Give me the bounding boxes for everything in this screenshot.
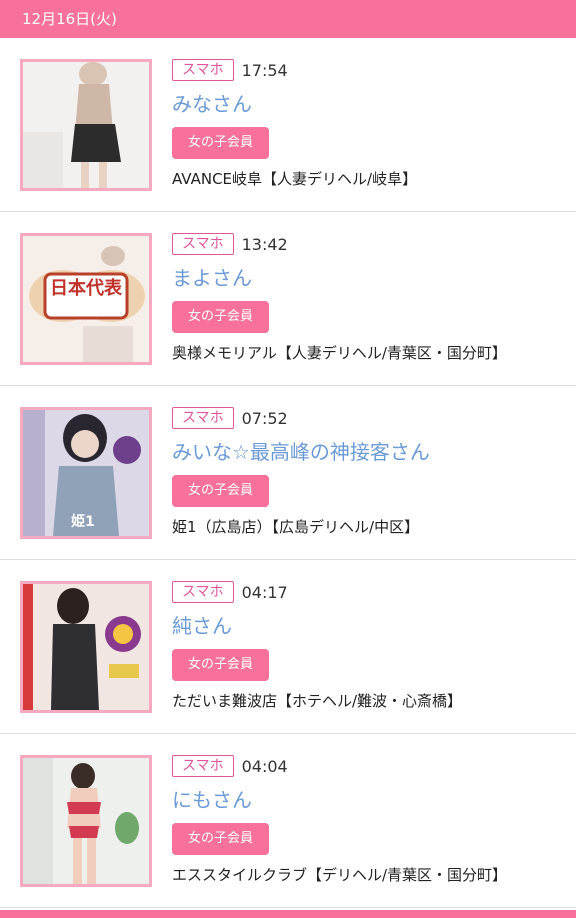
profile-photo[interactable] [20, 755, 152, 887]
profile-photo[interactable]: 姫1 [20, 407, 152, 539]
girl-name-link[interactable]: まよさん [172, 264, 566, 292]
member-badge: 女の子会員 [172, 649, 270, 681]
profile-photo[interactable] [20, 581, 152, 713]
list-item[interactable]: スマホ 04:04 にもさん 女の子会員 エススタイルクラブ【デリヘル/青葉区・… [0, 734, 576, 908]
photo-placeholder-icon: 姫1 [23, 410, 149, 536]
post-time: 04:17 [241, 582, 288, 602]
shop-name: AVANCE岐阜【人妻デリヘル/岐阜】 [172, 170, 418, 188]
member-badge: 女の子会員 [172, 301, 270, 333]
member-badge: 女の子会員 [172, 475, 270, 507]
profile-photo[interactable] [20, 59, 152, 191]
shop-name: 姫1（広島店）【広島デリヘル/中区】 [172, 518, 420, 536]
shop-name: エススタイルクラブ【デリヘル/青葉区・国分町】 [172, 866, 508, 884]
date-header: 12月16日(火) [0, 0, 576, 38]
photo-placeholder-icon [23, 758, 149, 884]
device-tag: スマホ [172, 755, 234, 777]
diary-list: スマホ 17:54 みなさん 女の子会員 AVANCE岐阜【人妻デリヘル/岐阜】… [0, 38, 576, 908]
post-time: 04:04 [241, 756, 288, 776]
shop-name: 奥様メモリアル【人妻デリヘル/青葉区・国分町】 [172, 344, 507, 362]
list-item[interactable]: 姫1 スマホ 07:52 みいな☆最高峰の神接客さん 女の子会員 姫1（広島店）… [0, 386, 576, 560]
device-tag: スマホ [172, 59, 234, 81]
photo-placeholder-icon [23, 584, 149, 710]
girl-name-link[interactable]: にもさん [172, 786, 566, 814]
list-item[interactable]: スマホ 04:17 純さん 女の子会員 ただいま難波店【ホテヘル/難波・心斎橋】 [0, 560, 576, 734]
member-badge: 女の子会員 [172, 127, 270, 159]
member-badge: 女の子会員 [172, 823, 270, 855]
post-time: 13:42 [241, 234, 288, 254]
list-item[interactable]: 日本代表 スマホ 13:42 まよさん 女の子会員 奥様メモリアル【人妻デリヘル… [0, 212, 576, 386]
girl-name-link[interactable]: みなさん [172, 90, 566, 118]
photo-placeholder-icon: 日本代表 [23, 236, 149, 362]
date-label: 12月16日(火) [22, 10, 117, 28]
list-item[interactable]: スマホ 17:54 みなさん 女の子会員 AVANCE岐阜【人妻デリヘル/岐阜】 [0, 38, 576, 212]
svg-text:日本代表: 日本代表 [50, 277, 123, 299]
footer-bar [0, 910, 576, 918]
svg-text:姫1: 姫1 [71, 513, 95, 530]
shop-name: ただいま難波店【ホテヘル/難波・心斎橋】 [172, 692, 463, 710]
device-tag: スマホ [172, 581, 234, 603]
girl-name-link[interactable]: みいな☆最高峰の神接客さん [172, 438, 566, 466]
device-tag: スマホ [172, 407, 234, 429]
device-tag: スマホ [172, 233, 234, 255]
post-time: 07:52 [241, 408, 288, 428]
post-time: 17:54 [241, 60, 288, 80]
girl-name-link[interactable]: 純さん [172, 612, 566, 640]
profile-photo[interactable]: 日本代表 [20, 233, 152, 365]
photo-placeholder-icon [23, 62, 149, 188]
